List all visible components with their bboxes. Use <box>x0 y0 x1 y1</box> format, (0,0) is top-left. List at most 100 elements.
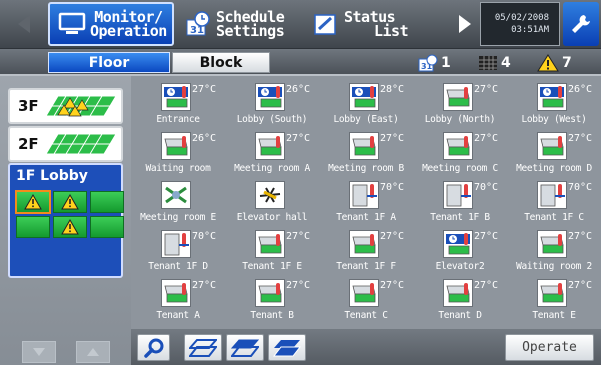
unit-name: Meeting room A <box>234 163 310 174</box>
zoom-button[interactable] <box>137 334 170 361</box>
ac-unit-icon <box>537 132 567 160</box>
unit-tile[interactable]: 27°C Meeting room C <box>413 129 507 178</box>
unit-tile[interactable]: 28°C Lobby (East) <box>319 80 413 129</box>
time-text: 03:51AM <box>511 25 549 35</box>
unit-tile[interactable]: 70°C Tenant 1F D <box>131 227 225 276</box>
unit-tile[interactable]: 27°C Tenant 1F F <box>319 227 413 276</box>
unit-tile[interactable]: 70°C Tenant 1F B <box>413 178 507 227</box>
floor-list-panel: 3F 2F 1F Lobby <box>0 76 131 365</box>
ac-unit-icon <box>537 279 567 307</box>
floor-label: 2F <box>18 135 39 153</box>
zone-cell[interactable] <box>16 216 50 238</box>
status-list-icon <box>314 14 336 35</box>
ac-unit-icon <box>349 132 379 160</box>
unit-tile[interactable]: 26°C Lobby (South) <box>225 80 319 129</box>
scroll-up-button[interactable] <box>76 341 110 363</box>
floor-button-1f-lobby[interactable]: 1F Lobby <box>8 163 124 278</box>
unit-tile[interactable]: Elevator hall <box>225 178 319 227</box>
unit-tile[interactable]: 27°C Tenant B <box>225 276 319 325</box>
ac-unit-icon <box>537 230 567 258</box>
zone-grid <box>15 190 124 238</box>
layers-filled-icon <box>273 339 301 356</box>
unit-tile[interactable]: 27°C Meeting room B <box>319 129 413 178</box>
zone-cell[interactable] <box>90 191 124 213</box>
up-arrow-icon <box>87 348 99 356</box>
floor-button-3f[interactable]: 3F <box>8 88 123 124</box>
ac-unit-icon <box>255 181 285 209</box>
monitor-label-line2: Operation <box>90 22 167 40</box>
tab-monitor-operation[interactable]: Monitor/ Operation <box>48 2 174 46</box>
grid-count-value: 4 <box>501 54 511 71</box>
unit-tile[interactable]: 27°C Tenant D <box>413 276 507 325</box>
unit-tile[interactable]: 27°C Entrance <box>131 80 225 129</box>
unit-temperature: 27°C <box>192 84 217 95</box>
unit-tile[interactable]: Meeting room E <box>131 178 225 227</box>
floor-button-2f[interactable]: 2F <box>8 126 123 162</box>
tab-floor[interactable]: Floor <box>48 52 170 73</box>
unit-temperature: 27°C <box>286 133 311 144</box>
ac-unit-icon <box>537 83 567 111</box>
layer-view-1-button[interactable] <box>184 334 222 361</box>
unit-tile[interactable]: 70°C Tenant 1F A <box>319 178 413 227</box>
unit-tile[interactable]: 26°C Lobby (West) <box>507 80 601 129</box>
floor-plan-3f-icon <box>45 95 117 117</box>
tab-status-list[interactable]: Status List <box>304 2 446 46</box>
unit-tile[interactable]: 26°C Waiting room <box>131 129 225 178</box>
magnifier-icon <box>143 338 163 358</box>
ac-unit-icon <box>349 181 379 209</box>
operate-button[interactable]: Operate <box>505 334 594 361</box>
schedule-count: 31 1 <box>418 52 451 73</box>
warning-icon <box>537 53 559 71</box>
next-button[interactable] <box>452 2 478 46</box>
unit-tile[interactable]: 27°C Tenant E <box>507 276 601 325</box>
tab-schedule-settings[interactable]: 31 Schedule Settings <box>176 2 302 46</box>
unit-temperature: 70°C <box>192 231 217 242</box>
unit-name: Tenant 1F F <box>336 261 396 272</box>
unit-tile[interactable]: 27°C Tenant 1F E <box>225 227 319 276</box>
ac-unit-icon <box>349 279 379 307</box>
unit-tile[interactable]: 27°C Meeting room D <box>507 129 601 178</box>
unit-temperature: 70°C <box>474 182 499 193</box>
unit-temperature: 27°C <box>474 84 499 95</box>
unit-name: Tenant 1F B <box>430 212 490 223</box>
date-time-display: 05/02/2008 03:51AM <box>480 2 560 46</box>
ac-unit-icon <box>349 230 379 258</box>
unit-tile[interactable]: 70°C Tenant 1F C <box>507 178 601 227</box>
unit-temperature: 27°C <box>380 133 405 144</box>
layers-outline-icon <box>189 338 217 357</box>
unit-tile[interactable]: 27°C Lobby (North) <box>413 80 507 129</box>
unit-tile[interactable]: 27°C Waiting room 2 <box>507 227 601 276</box>
tab-block[interactable]: Block <box>172 52 270 73</box>
layer-view-2-button[interactable] <box>226 334 264 361</box>
layer-view-3-button[interactable] <box>268 334 306 361</box>
unit-name: Tenant C <box>344 310 388 321</box>
maintenance-button[interactable] <box>563 2 599 46</box>
zone-cell[interactable] <box>53 191 87 213</box>
zone-cell[interactable] <box>53 216 87 238</box>
unit-tile[interactable]: 27°C Tenant C <box>319 276 413 325</box>
zone-cell[interactable] <box>90 216 124 238</box>
unit-temperature: 70°C <box>568 182 593 193</box>
unit-name: Tenant 1F D <box>148 261 208 272</box>
unit-name: Tenant 1F C <box>524 212 584 223</box>
unit-tile[interactable]: 27°C Tenant A <box>131 276 225 325</box>
unit-tile[interactable]: 27°C Meeting room A <box>225 129 319 178</box>
unit-temperature: 70°C <box>380 182 405 193</box>
zone-cell[interactable] <box>15 190 51 214</box>
unit-name: Tenant B <box>250 310 294 321</box>
unit-temperature: 26°C <box>568 84 593 95</box>
unit-temperature: 27°C <box>380 231 405 242</box>
unit-name: Waiting room <box>145 163 211 174</box>
unit-name: Tenant 1F A <box>336 212 396 223</box>
right-arrow-icon <box>459 15 471 33</box>
unit-name: Tenant 1F E <box>242 261 302 272</box>
back-button[interactable] <box>4 2 44 46</box>
unit-temperature: 27°C <box>568 133 593 144</box>
scroll-down-button[interactable] <box>22 341 56 363</box>
down-arrow-icon <box>33 348 45 356</box>
unit-tile[interactable]: 27°C Elevator2 <box>413 227 507 276</box>
left-arrow-icon <box>18 15 30 33</box>
ac-unit-icon <box>537 181 567 209</box>
unit-name: Elevator2 <box>435 261 485 272</box>
warning-icon <box>61 219 79 235</box>
